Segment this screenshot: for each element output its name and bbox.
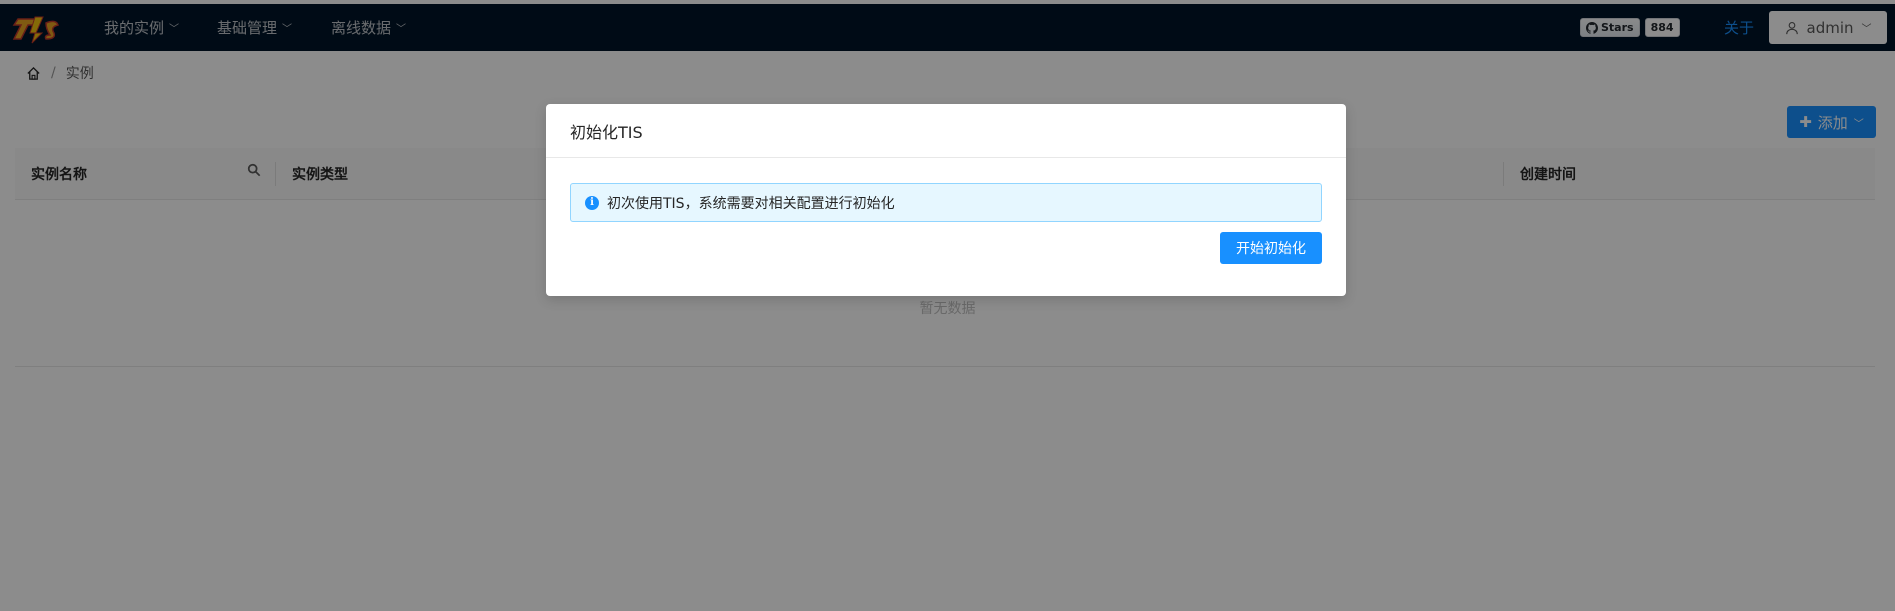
init-tis-modal: 初始化TIS i 初次使用TIS，系统需要对相关配置进行初始化 开始初始化 — [546, 104, 1346, 296]
modal-title: 初始化TIS — [546, 104, 1346, 158]
info-alert: i 初次使用TIS，系统需要对相关配置进行初始化 — [570, 183, 1322, 222]
info-icon: i — [585, 195, 599, 210]
modal-mask[interactable] — [0, 0, 1895, 611]
start-init-button[interactable]: 开始初始化 — [1220, 232, 1322, 264]
alert-text: 初次使用TIS，系统需要对相关配置进行初始化 — [607, 195, 895, 212]
